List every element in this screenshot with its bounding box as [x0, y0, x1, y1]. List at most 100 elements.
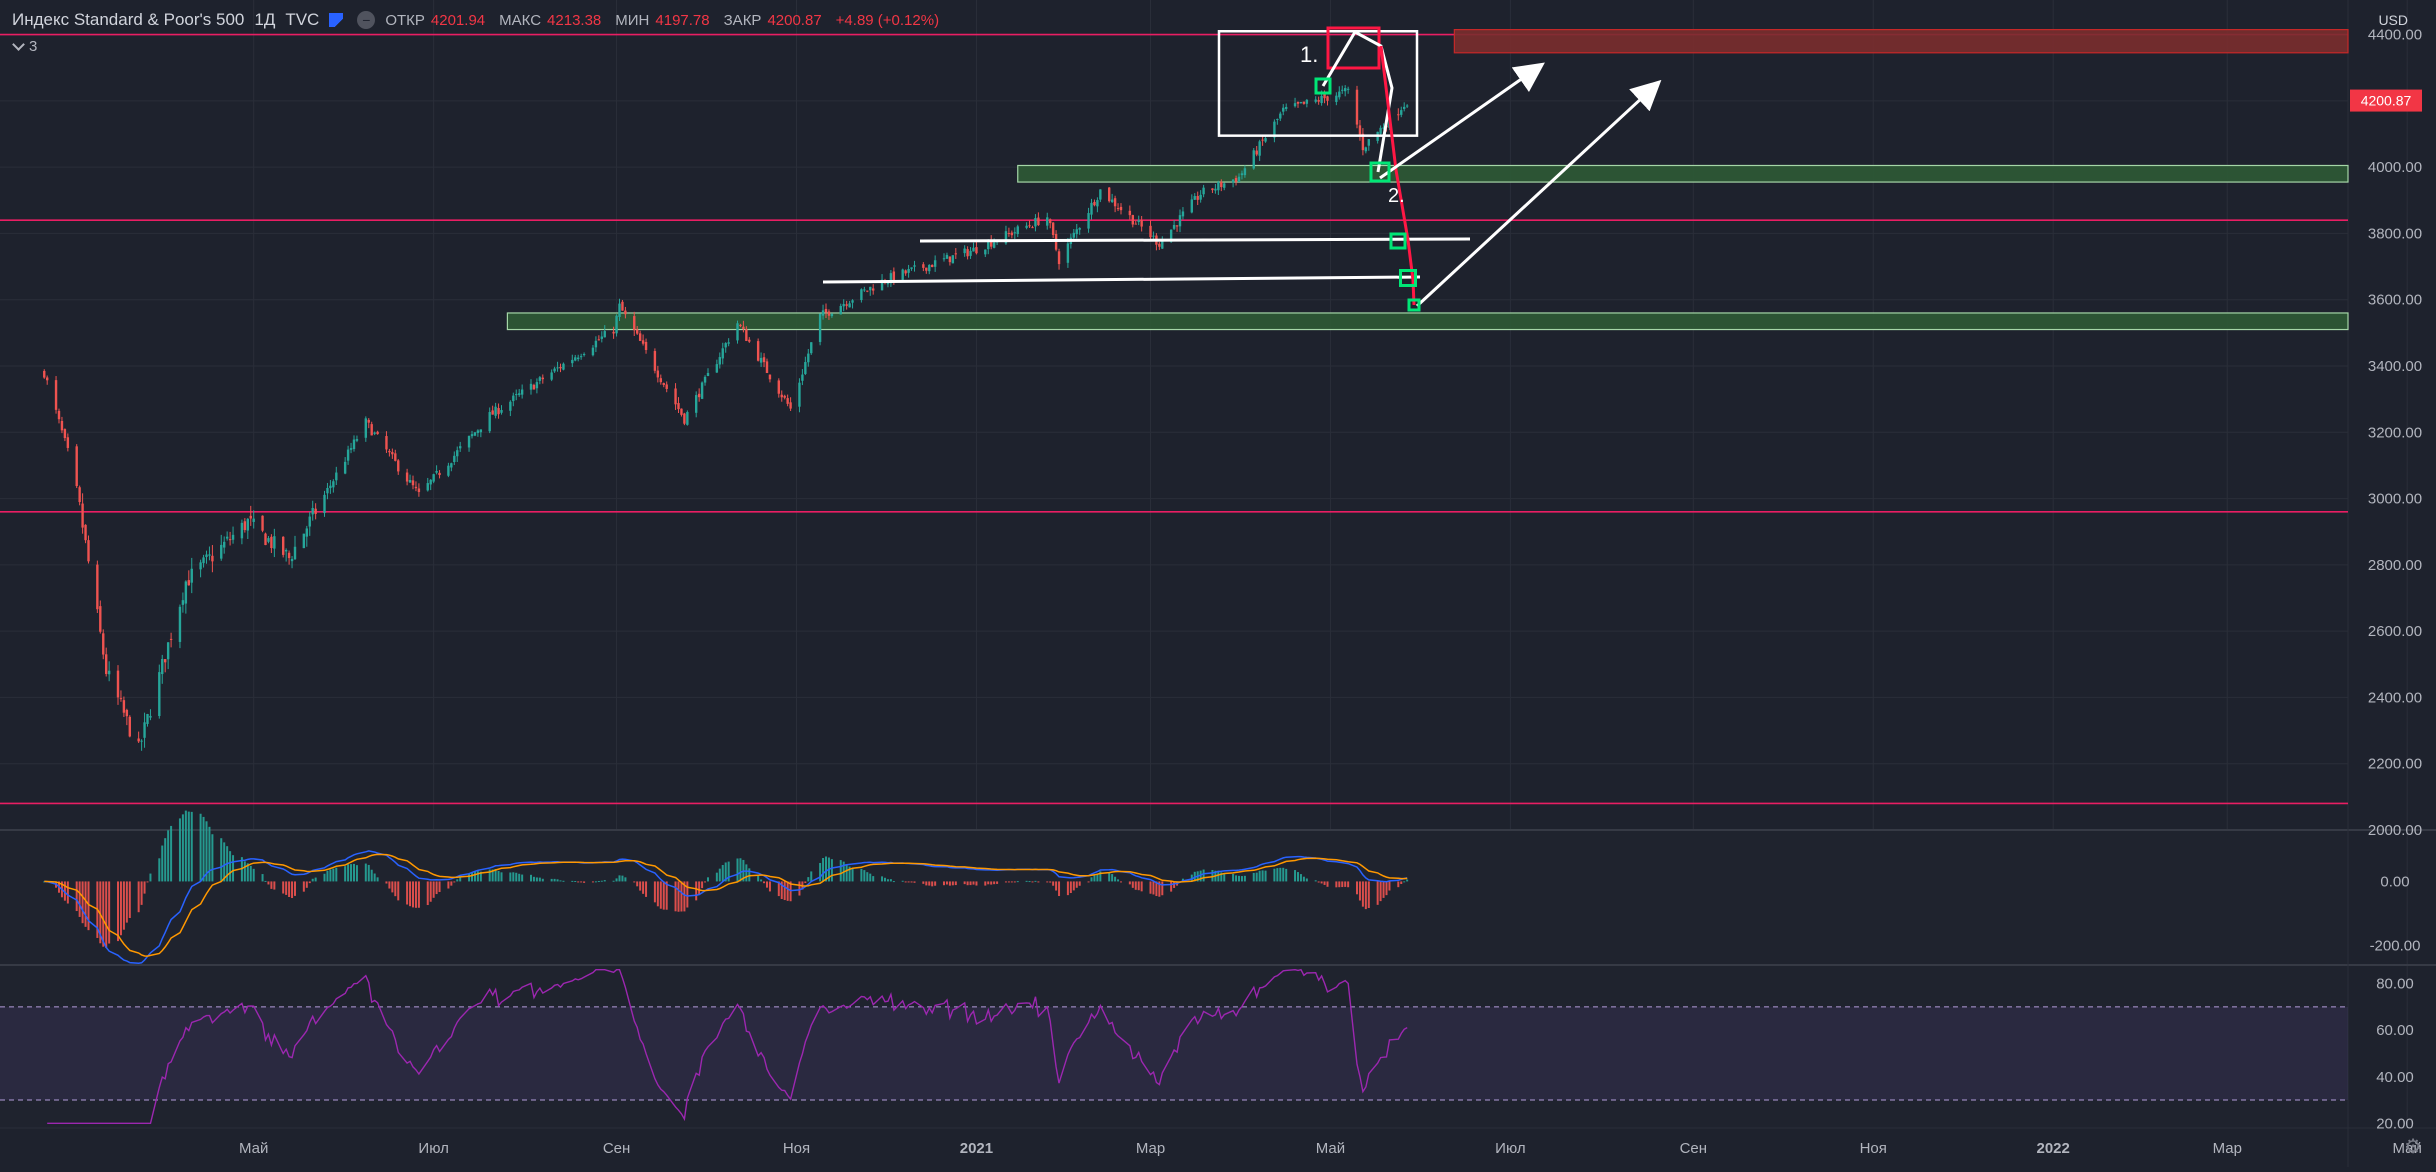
candle-body [500, 410, 503, 413]
macd-histogram-bar [1356, 881, 1358, 895]
candle-body [591, 347, 595, 356]
candle-body [683, 413, 686, 424]
macd-histogram-bar [951, 881, 954, 886]
interval-label[interactable]: 1Д [254, 10, 275, 30]
x-tick-label: 2022 [2037, 1140, 2070, 1157]
macd-histogram-bar [261, 874, 264, 882]
macd-histogram-bar [763, 881, 766, 884]
candle-body [1379, 127, 1382, 134]
currency-label[interactable]: USD [2378, 12, 2408, 28]
candle-body [432, 474, 435, 482]
macd-histogram-bar [223, 842, 226, 882]
annotation-label-1: 1. [1300, 42, 1318, 67]
macd-histogram-bar [1202, 869, 1205, 882]
indicators-toggle[interactable]: 3 [12, 38, 37, 55]
candle-body [181, 600, 185, 605]
candle-body [535, 382, 539, 389]
candle-body [1282, 107, 1285, 112]
candle-body [597, 339, 601, 341]
macd-histogram-bar [170, 825, 173, 882]
macd-histogram-bar [541, 878, 544, 882]
y-tick-label: 3200.00 [2368, 424, 2422, 441]
candle-body [1087, 213, 1090, 229]
macd-histogram-bar [822, 857, 825, 882]
candle-body [969, 250, 972, 256]
ohlc-high-key: МАКС [499, 11, 542, 29]
candle-body [1051, 222, 1055, 235]
macd-histogram-bar [600, 880, 603, 882]
candle-body [1202, 187, 1205, 195]
candle-body [1237, 176, 1241, 183]
macd-histogram-bar [1170, 881, 1173, 892]
candle-body [756, 341, 760, 361]
macd-histogram-bar [748, 868, 751, 882]
macd-histogram-bar [972, 881, 975, 885]
candle-body [665, 384, 668, 389]
rsi-tick-label: 20.00 [2376, 1115, 2414, 1132]
chart-canvas[interactable]: 1. 2. 2000.00 2200.00 2400.00 2600.00 2800.00… [0, 0, 2436, 1167]
candle-body [84, 524, 87, 541]
x-tick-label: 2021 [960, 1140, 993, 1157]
macd-histogram-bar [1317, 881, 1320, 883]
candle-body [54, 380, 58, 410]
price-zone [1453, 29, 2349, 54]
candle-body [801, 374, 804, 381]
macd-histogram-bar [665, 881, 668, 910]
macd-histogram-bar [925, 881, 928, 886]
macd-histogram-bar [199, 813, 202, 882]
price-zone [506, 312, 2349, 331]
gear-icon[interactable]: ⚙ [2404, 1134, 2422, 1159]
macd-histogram-bar [1090, 877, 1093, 882]
macd-histogram-bar [468, 873, 471, 882]
candle-body [476, 430, 480, 433]
candle-body [541, 377, 544, 380]
candle-body [827, 311, 831, 316]
candle-body [1007, 233, 1011, 235]
macd-histogram-bar [78, 881, 81, 917]
macd-histogram-bar [394, 881, 397, 897]
candle-body [225, 536, 229, 539]
macd-histogram-bar [229, 851, 232, 882]
macd-histogram-bar [435, 881, 438, 895]
candle-body [208, 554, 211, 556]
candle-body [456, 450, 459, 457]
candle-body [1090, 202, 1093, 215]
candle-body [512, 395, 515, 402]
eye-icon[interactable]: − [357, 11, 376, 29]
macd-histogram-bar [987, 881, 990, 885]
macd-histogram-bar [1137, 881, 1140, 891]
candle-body [892, 271, 896, 281]
candle-body [636, 329, 639, 334]
chart-root: 1. 2. 2000.00 2200.00 2400.00 2600.00 2800.00… [0, 0, 2436, 1167]
macd-pane-bg [0, 830, 2348, 965]
symbol-title[interactable]: Индекс Standard & Poor's 500 [12, 10, 244, 30]
candle-body [736, 323, 739, 341]
candle-body [910, 267, 913, 269]
macd-histogram-bar [621, 875, 624, 882]
candle-body [305, 528, 308, 537]
candle-body [1220, 181, 1223, 188]
candle-body [187, 580, 190, 586]
candle-body [1335, 95, 1338, 102]
macd-histogram-bar [1282, 867, 1285, 882]
macd-histogram-bar [943, 881, 945, 886]
candle-body [727, 342, 730, 344]
x-tick-label: Ноя [1860, 1140, 1887, 1157]
candle-body [1252, 150, 1255, 169]
macd-histogram-bar [1149, 881, 1152, 894]
macd-histogram-bar [633, 881, 636, 883]
macd-histogram-bar [1279, 867, 1282, 882]
macd-histogram-bar [680, 881, 683, 912]
candle-body [355, 439, 359, 441]
candle-body [574, 357, 577, 361]
macd-histogram-bar [1264, 870, 1267, 882]
y-tick-label: 3000.00 [2368, 491, 2422, 508]
candle-body [184, 581, 188, 604]
candle-body [532, 384, 536, 390]
macd-histogram-bar [975, 881, 978, 886]
macd-histogram-bar [87, 881, 90, 931]
macd-histogram-bar [190, 811, 193, 882]
macd-histogram-bar [1344, 881, 1347, 887]
macd-histogram-bar [869, 873, 872, 882]
candle-body [290, 559, 294, 562]
